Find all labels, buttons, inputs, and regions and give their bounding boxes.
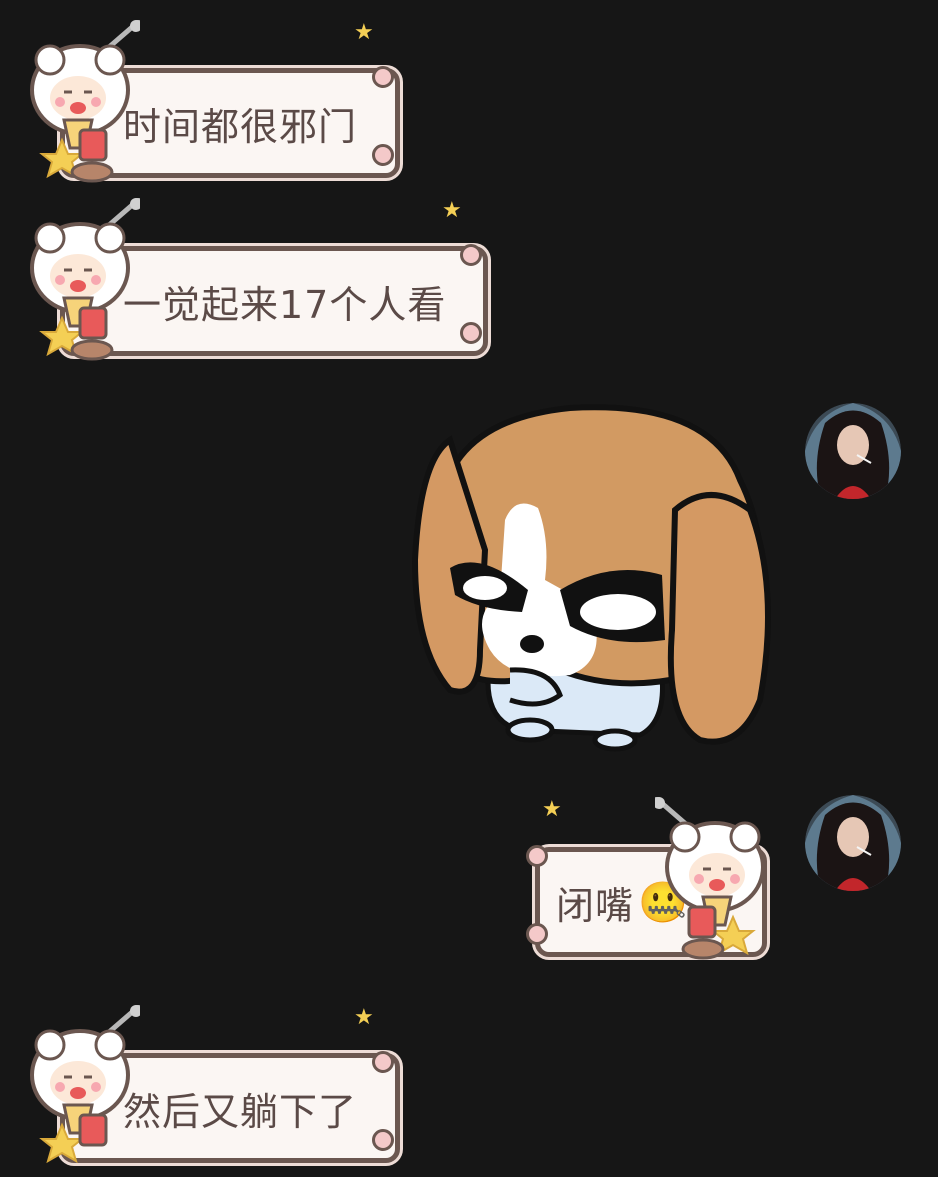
star-icon: ★ (542, 797, 562, 822)
user-avatar[interactable] (805, 403, 901, 499)
bubble-corner-knob (526, 845, 548, 867)
bubble-corner-knob (372, 66, 394, 88)
message-text: 闭嘴 (556, 883, 635, 928)
bubble-corner-knob (372, 1129, 394, 1151)
angry-puppy-sticker[interactable] (410, 400, 780, 755)
sheep-mascot-icon (30, 20, 140, 183)
bubble-corner-knob (526, 923, 548, 945)
message-left-1[interactable]: 时间都很邪门 ★ (20, 20, 400, 185)
user-avatar[interactable] (805, 795, 901, 891)
sheep-mascot-icon (30, 1005, 140, 1164)
bubble-corner-knob (460, 322, 482, 344)
message-right-1[interactable]: 闭嘴 🤐 ★ (520, 795, 920, 965)
star-icon: ★ (354, 20, 374, 45)
bubble-corner-knob (372, 1051, 394, 1073)
sheep-mascot-icon (30, 198, 140, 361)
bubble-corner-knob (460, 244, 482, 266)
star-icon: ★ (354, 1005, 374, 1030)
message-left-2[interactable]: 一觉起来17个人看 ★ (20, 198, 490, 363)
message-right-sticker[interactable] (410, 400, 910, 760)
message-left-3[interactable]: 然后又躺下了 ★ (20, 1005, 400, 1170)
star-icon: ★ (442, 198, 462, 223)
bubble-corner-knob (372, 144, 394, 166)
sheep-mascot-icon (655, 797, 765, 960)
